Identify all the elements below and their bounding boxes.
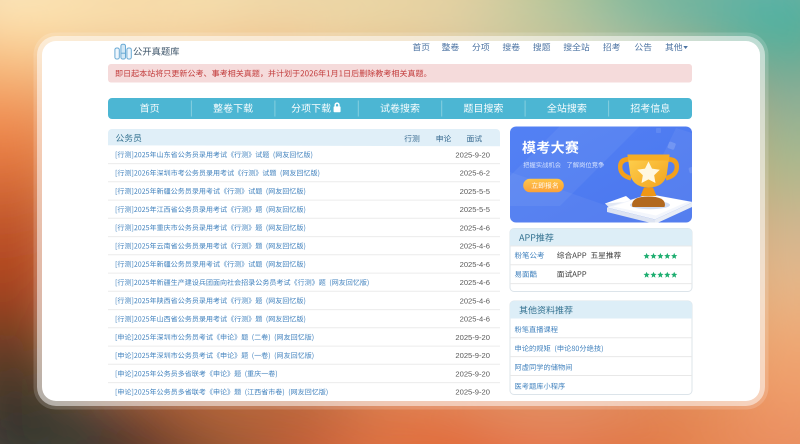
svg-text:2025-4-6: 2025-4-6 [460, 315, 490, 324]
svg-text:2025-4-6: 2025-4-6 [460, 278, 490, 287]
svg-text:2025-5-5: 2025-5-5 [460, 205, 490, 214]
svg-text:2025-4-6: 2025-4-6 [460, 242, 490, 251]
svg-text:2025-9-20: 2025-9-20 [455, 150, 490, 159]
svg-text:2025-9-20: 2025-9-20 [455, 388, 490, 397]
svg-text:2025-9-20: 2025-9-20 [455, 333, 490, 342]
svg-text:2025-4-6: 2025-4-6 [460, 223, 490, 232]
svg-text:2025-9-20: 2025-9-20 [455, 369, 490, 378]
svg-text:2025-4-6: 2025-4-6 [460, 296, 490, 305]
svg-text:2025-6-2: 2025-6-2 [460, 169, 490, 178]
svg-text:2025-4-6: 2025-4-6 [460, 260, 490, 269]
svg-text:2025-5-5: 2025-5-5 [460, 187, 490, 196]
svg-text:2025-9-20: 2025-9-20 [455, 351, 490, 360]
